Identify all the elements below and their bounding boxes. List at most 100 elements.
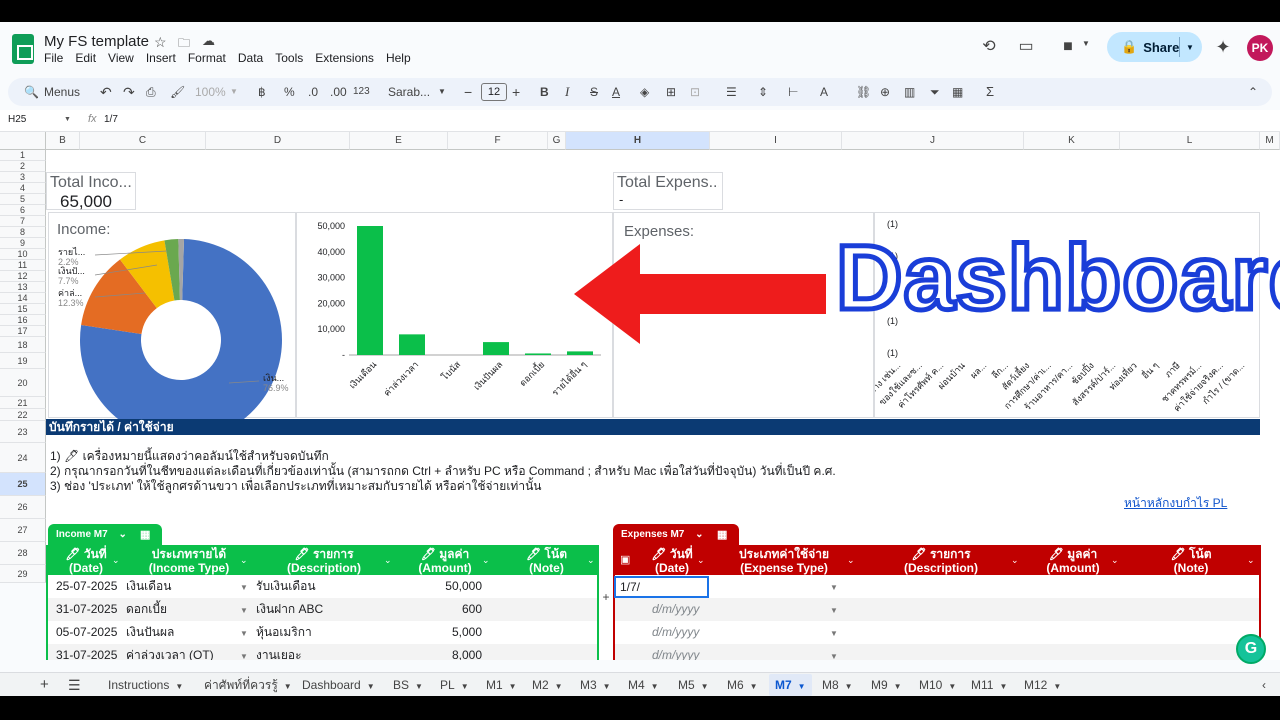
dropdown-arrow-icon[interactable]: ▼ xyxy=(240,583,248,592)
table-cell[interactable]: เงินเดือน xyxy=(126,575,226,598)
chevron-left-icon[interactable]: ‹ xyxy=(1256,674,1272,696)
column-header-I[interactable]: I xyxy=(710,132,842,150)
search-icon[interactable]: 🔍 xyxy=(24,78,39,106)
chevron-down-icon[interactable]: ▼ xyxy=(284,682,292,691)
row-header-21[interactable]: 21 xyxy=(0,397,46,409)
date-placeholder[interactable]: d/m/yyyy xyxy=(652,598,699,621)
dropdown-arrow-icon[interactable]: ▼ xyxy=(830,652,838,660)
chevron-down-icon[interactable]: ▼ xyxy=(64,116,71,123)
sheet-tab-7[interactable]: M3 ▼ xyxy=(574,674,617,696)
income-kpi-card[interactable]: Total Inco... 65,000 xyxy=(46,172,136,211)
table-row[interactable] xyxy=(615,575,1259,598)
table-header-cell[interactable]: 🖊 โน้ต (Note) xyxy=(1123,545,1259,575)
row-header-10[interactable]: 10 xyxy=(0,249,46,260)
column-header-K[interactable]: K xyxy=(1024,132,1120,150)
menu-help[interactable]: Help xyxy=(386,51,411,65)
chevron-down-icon[interactable]: ▼ xyxy=(509,682,517,691)
row-header-28[interactable]: 28 xyxy=(0,542,46,565)
sheet-tab-5[interactable]: M1 ▼ xyxy=(480,674,523,696)
table-header-cell[interactable]: 🖊 มูลค่า (Amount) xyxy=(396,545,494,575)
expense-kpi-card[interactable]: Total Expens... - xyxy=(613,172,723,210)
row-header-25[interactable]: 25 xyxy=(0,473,46,496)
row-header-7[interactable]: 7 xyxy=(0,216,46,227)
borders-icon[interactable]: ⊞ xyxy=(666,78,676,106)
row-header-26[interactable]: 26 xyxy=(0,496,46,519)
column-header-F[interactable]: F xyxy=(448,132,548,150)
income-bar-chart[interactable]: 50,000 40,000 30,000 20,000 10,000 - เงินเดือน… xyxy=(296,212,613,418)
sheet-tab-14[interactable]: M10 ▼ xyxy=(913,674,962,696)
collapse-toolbar-icon[interactable]: ⌃ xyxy=(1248,78,1258,106)
add-row-plus-icon[interactable]: + xyxy=(599,590,613,604)
row-header-19[interactable]: 19 xyxy=(0,353,46,369)
merge-icon[interactable]: ⊡ xyxy=(690,78,700,106)
zoom-select[interactable]: 100% xyxy=(195,78,226,106)
sheet-tab-1[interactable]: ค่าศัพท์ที่ควรรู้ ▼ xyxy=(198,674,298,696)
chevron-down-icon[interactable]: ▼ xyxy=(175,682,183,691)
chevron-down-icon[interactable]: ⌄ xyxy=(697,555,705,566)
undo-icon[interactable]: ↶ xyxy=(100,78,112,106)
table-cell[interactable]: หุ้นอเมริกา xyxy=(256,621,396,644)
row-header-29[interactable]: 29 xyxy=(0,565,46,583)
chevron-down-icon[interactable]: ▼ xyxy=(948,682,956,691)
document-title[interactable]: My FS template xyxy=(44,33,149,50)
row-header-20[interactable]: 20 xyxy=(0,369,46,397)
decrease-decimal-button[interactable]: .0 xyxy=(308,78,318,106)
row-header-4[interactable]: 4 xyxy=(0,183,46,194)
sheet-tab-2[interactable]: Dashboard ▼ xyxy=(296,674,381,696)
column-header-D[interactable]: D xyxy=(206,132,350,150)
print-icon[interactable]: ⎙ xyxy=(146,78,156,106)
table-cell[interactable]: 31-07-2025 xyxy=(56,598,126,621)
menu-edit[interactable]: Edit xyxy=(75,51,96,65)
table-cell[interactable]: เงินปันผล xyxy=(126,621,226,644)
chevron-down-icon[interactable]: ▼ xyxy=(798,682,806,691)
menu-view[interactable]: View xyxy=(108,51,134,65)
table-cell[interactable]: งานเยอะ xyxy=(256,644,396,660)
formula-input[interactable]: 1/7 xyxy=(104,114,118,125)
number-format-button[interactable]: 123 xyxy=(353,78,370,106)
chevron-down-icon[interactable]: ⌄ xyxy=(118,529,126,540)
table-row[interactable] xyxy=(615,621,1259,644)
income-donut-chart[interactable]: Income: รายไ... 2.2% เงินปั... 7.7% ค่าล่.… xyxy=(48,212,296,419)
table-cell[interactable]: 05-07-2025 xyxy=(56,621,126,644)
sheet-tab-4[interactable]: PL ▼ xyxy=(434,674,475,696)
income-bar-1[interactable] xyxy=(399,334,425,355)
sheet-tab-8[interactable]: M4 ▼ xyxy=(622,674,665,696)
row-header-18[interactable]: 18 xyxy=(0,337,46,353)
dropdown-arrow-icon[interactable]: ▼ xyxy=(830,629,838,638)
date-placeholder[interactable]: d/m/yyyy xyxy=(652,621,699,644)
currency-format-button[interactable]: ฿ xyxy=(258,78,266,106)
table-header-cell[interactable]: ประเภทค่าใช้จ่าย (Expense Type) xyxy=(709,545,859,575)
table-row[interactable] xyxy=(615,598,1259,621)
redo-icon[interactable]: ↷ xyxy=(123,78,135,106)
chevron-down-icon[interactable]: ▼ xyxy=(701,682,709,691)
row-header-15[interactable]: 15 xyxy=(0,304,46,315)
cloud-icon[interactable]: ☁ xyxy=(202,33,215,49)
menu-insert[interactable]: Insert xyxy=(146,51,176,65)
table-cell[interactable]: รับเงินเดือน xyxy=(256,575,396,598)
table-cell[interactable]: 5,000 xyxy=(396,621,482,644)
table-cell[interactable]: 8,000 xyxy=(396,644,482,660)
menu-extensions[interactable]: Extensions xyxy=(315,51,374,65)
bold-icon[interactable]: B xyxy=(540,78,549,106)
chevron-down-icon[interactable]: ▼ xyxy=(1186,43,1194,52)
chevron-down-icon[interactable]: ⌄ xyxy=(847,555,855,566)
column-header-J[interactable]: J xyxy=(842,132,1024,150)
chevron-down-icon[interactable]: ▼ xyxy=(230,78,238,106)
sheet-tab-16[interactable]: M12 ▼ xyxy=(1018,674,1067,696)
row-header-24[interactable]: 24 xyxy=(0,443,46,473)
income-bar-0[interactable] xyxy=(357,226,383,355)
filter-views-icon[interactable]: ▦ xyxy=(952,78,963,106)
chart-icon[interactable]: ▥ xyxy=(904,78,915,106)
column-header-E[interactable]: E xyxy=(350,132,448,150)
name-box[interactable]: H25 xyxy=(8,114,26,125)
chevron-down-icon[interactable]: ▼ xyxy=(415,682,423,691)
table-grid-icon[interactable]: ▦ xyxy=(717,524,727,546)
chevron-down-icon[interactable]: ▼ xyxy=(1053,682,1061,691)
sheet-tab-6[interactable]: M2 ▼ xyxy=(526,674,569,696)
decrease-font-icon[interactable]: − xyxy=(464,78,472,106)
column-header-C[interactable]: C xyxy=(80,132,206,150)
dropdown-arrow-icon[interactable]: ▼ xyxy=(240,606,248,615)
row-header-14[interactable]: 14 xyxy=(0,293,46,304)
sheet-tab-11[interactable]: M7 ▼ xyxy=(769,674,812,696)
row-header-1[interactable]: 1 xyxy=(0,150,46,161)
